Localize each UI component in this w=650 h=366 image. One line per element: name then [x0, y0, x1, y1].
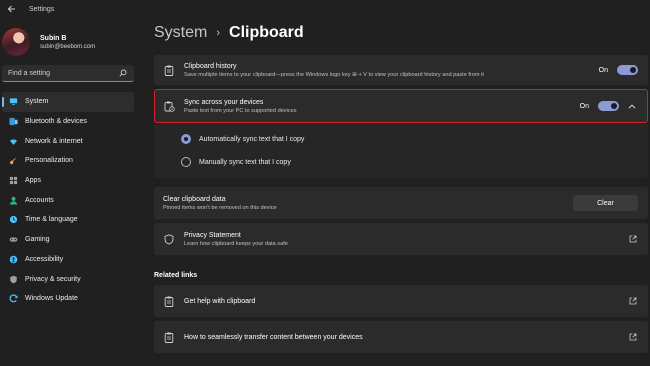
- sidebar-item-label: Accounts: [25, 196, 54, 204]
- manual-sync-radio[interactable]: [181, 157, 191, 167]
- sidebar-item-personalization[interactable]: Personalization: [2, 151, 134, 171]
- search-input[interactable]: Find a setting: [2, 65, 134, 82]
- page-title: Clipboard: [229, 24, 304, 41]
- search-icon[interactable]: [118, 68, 128, 78]
- chevron-up-icon[interactable]: [626, 100, 638, 112]
- sidebar-item-label: Personalization: [25, 157, 73, 165]
- window-title: Settings: [29, 5, 55, 13]
- auto-sync-option[interactable]: Automatically sync text that I copy: [181, 134, 304, 144]
- gamepad-icon: [8, 235, 18, 245]
- clipboard-sync-icon: [163, 100, 175, 112]
- bluetooth-icon: [8, 117, 18, 127]
- sidebar-item-gaming[interactable]: Gaming: [2, 230, 134, 250]
- clear-button[interactable]: Clear: [573, 195, 638, 211]
- search-placeholder: Find a setting: [8, 69, 51, 77]
- clipboard-icon: [163, 331, 175, 343]
- transfer-content-link[interactable]: How to seamlessly transfer content betwe…: [154, 321, 648, 353]
- breadcrumb: System › Clipboard: [154, 24, 304, 42]
- sidebar-item-accounts[interactable]: Accounts: [2, 190, 134, 210]
- person-icon: [8, 195, 18, 205]
- sidebar-item-label: Bluetooth & devices: [25, 118, 87, 126]
- monitor-icon: [8, 97, 18, 107]
- user-name: Subin B: [40, 34, 67, 42]
- sidebar-item-privacy[interactable]: Privacy & security: [2, 269, 134, 289]
- sync-devices-card[interactable]: Sync across your devices Paste text from…: [154, 89, 648, 123]
- avatar: [2, 28, 30, 56]
- sidebar-item-apps[interactable]: Apps: [2, 171, 134, 191]
- sidebar-item-accessibility[interactable]: Accessibility: [2, 250, 134, 270]
- sync-devices-description: Paste text from your PC to supported dev…: [184, 107, 297, 114]
- sidebar-item-label: Accessibility: [25, 255, 64, 263]
- shield-icon: [8, 274, 18, 284]
- clear-clipboard-description: Pinned items won't be removed on this de…: [163, 204, 277, 211]
- help-clipboard-label: Get help with clipboard: [184, 297, 256, 305]
- auto-sync-label: Automatically sync text that I copy: [199, 135, 305, 143]
- clipboard-icon: [163, 295, 175, 307]
- manual-sync-label: Manually sync text that I copy: [199, 158, 291, 166]
- clipboard-history-title: Clipboard history: [184, 62, 237, 70]
- globe-clock-icon: [8, 215, 18, 225]
- user-email: subin@beebom.com: [40, 43, 96, 50]
- open-external-icon[interactable]: [628, 234, 638, 244]
- sidebar-item-bluetooth[interactable]: Bluetooth & devices: [2, 112, 134, 132]
- clipboard-history-state: On: [598, 66, 608, 74]
- privacy-statement-card[interactable]: Privacy Statement Learn how clipboard ke…: [154, 223, 648, 255]
- transfer-content-label: How to seamlessly transfer content betwe…: [184, 333, 363, 341]
- brush-icon: [8, 156, 18, 166]
- auto-sync-radio[interactable]: [181, 134, 191, 144]
- open-external-icon[interactable]: [628, 332, 638, 342]
- sidebar-item-label: Gaming: [25, 236, 50, 244]
- sidebar-item-label: System: [25, 98, 49, 106]
- sidebar-item-label: Privacy & security: [25, 275, 81, 283]
- clipboard-history-card[interactable]: Clipboard history Save multiple items to…: [154, 55, 648, 85]
- accessibility-icon: [8, 254, 18, 264]
- manual-sync-option[interactable]: Manually sync text that I copy: [181, 157, 291, 167]
- sync-options-panel: [154, 124, 648, 178]
- sidebar-item-windows-update[interactable]: Windows Update: [2, 289, 134, 309]
- breadcrumb-separator: ›: [216, 27, 221, 39]
- sidebar-item-label: Windows Update: [25, 295, 78, 303]
- sidebar-item-network[interactable]: Network & internet: [2, 131, 134, 151]
- open-external-icon[interactable]: [628, 296, 638, 306]
- clipboard-icon: [163, 64, 175, 76]
- sidebar-item-time-language[interactable]: Time & language: [2, 210, 134, 230]
- back-arrow-icon[interactable]: [2, 0, 20, 18]
- title-bar: Settings: [0, 0, 650, 18]
- sidebar-nav: System Bluetooth & devices Network & int…: [2, 92, 134, 309]
- apps-icon: [8, 176, 18, 186]
- shield-icon: [163, 233, 175, 245]
- breadcrumb-parent[interactable]: System: [154, 24, 207, 42]
- sync-devices-title: Sync across your devices: [184, 98, 264, 106]
- sidebar-item-system[interactable]: System: [2, 92, 134, 112]
- sidebar-item-label: Time & language: [25, 216, 78, 224]
- sync-devices-state: On: [579, 102, 589, 110]
- user-profile[interactable]: Subin B subin@beebom.com: [2, 26, 148, 58]
- clear-clipboard-title: Clear clipboard data: [163, 195, 226, 203]
- clipboard-history-description: Save multiple items to your clipboard—pr…: [184, 71, 484, 78]
- privacy-statement-title: Privacy Statement: [184, 231, 241, 239]
- clear-clipboard-card: Clear clipboard data Pinned items won't …: [154, 187, 648, 219]
- update-icon: [8, 294, 18, 304]
- sidebar-item-label: Network & internet: [25, 137, 83, 145]
- related-links-heading: Related links: [154, 272, 198, 279]
- sync-devices-toggle[interactable]: [598, 101, 619, 111]
- wifi-icon: [8, 136, 18, 146]
- privacy-statement-description: Learn how clipboard keeps your data safe: [184, 240, 288, 247]
- sidebar-item-label: Apps: [25, 177, 41, 185]
- help-clipboard-link[interactable]: Get help with clipboard: [154, 285, 648, 317]
- clipboard-history-toggle[interactable]: [617, 65, 638, 75]
